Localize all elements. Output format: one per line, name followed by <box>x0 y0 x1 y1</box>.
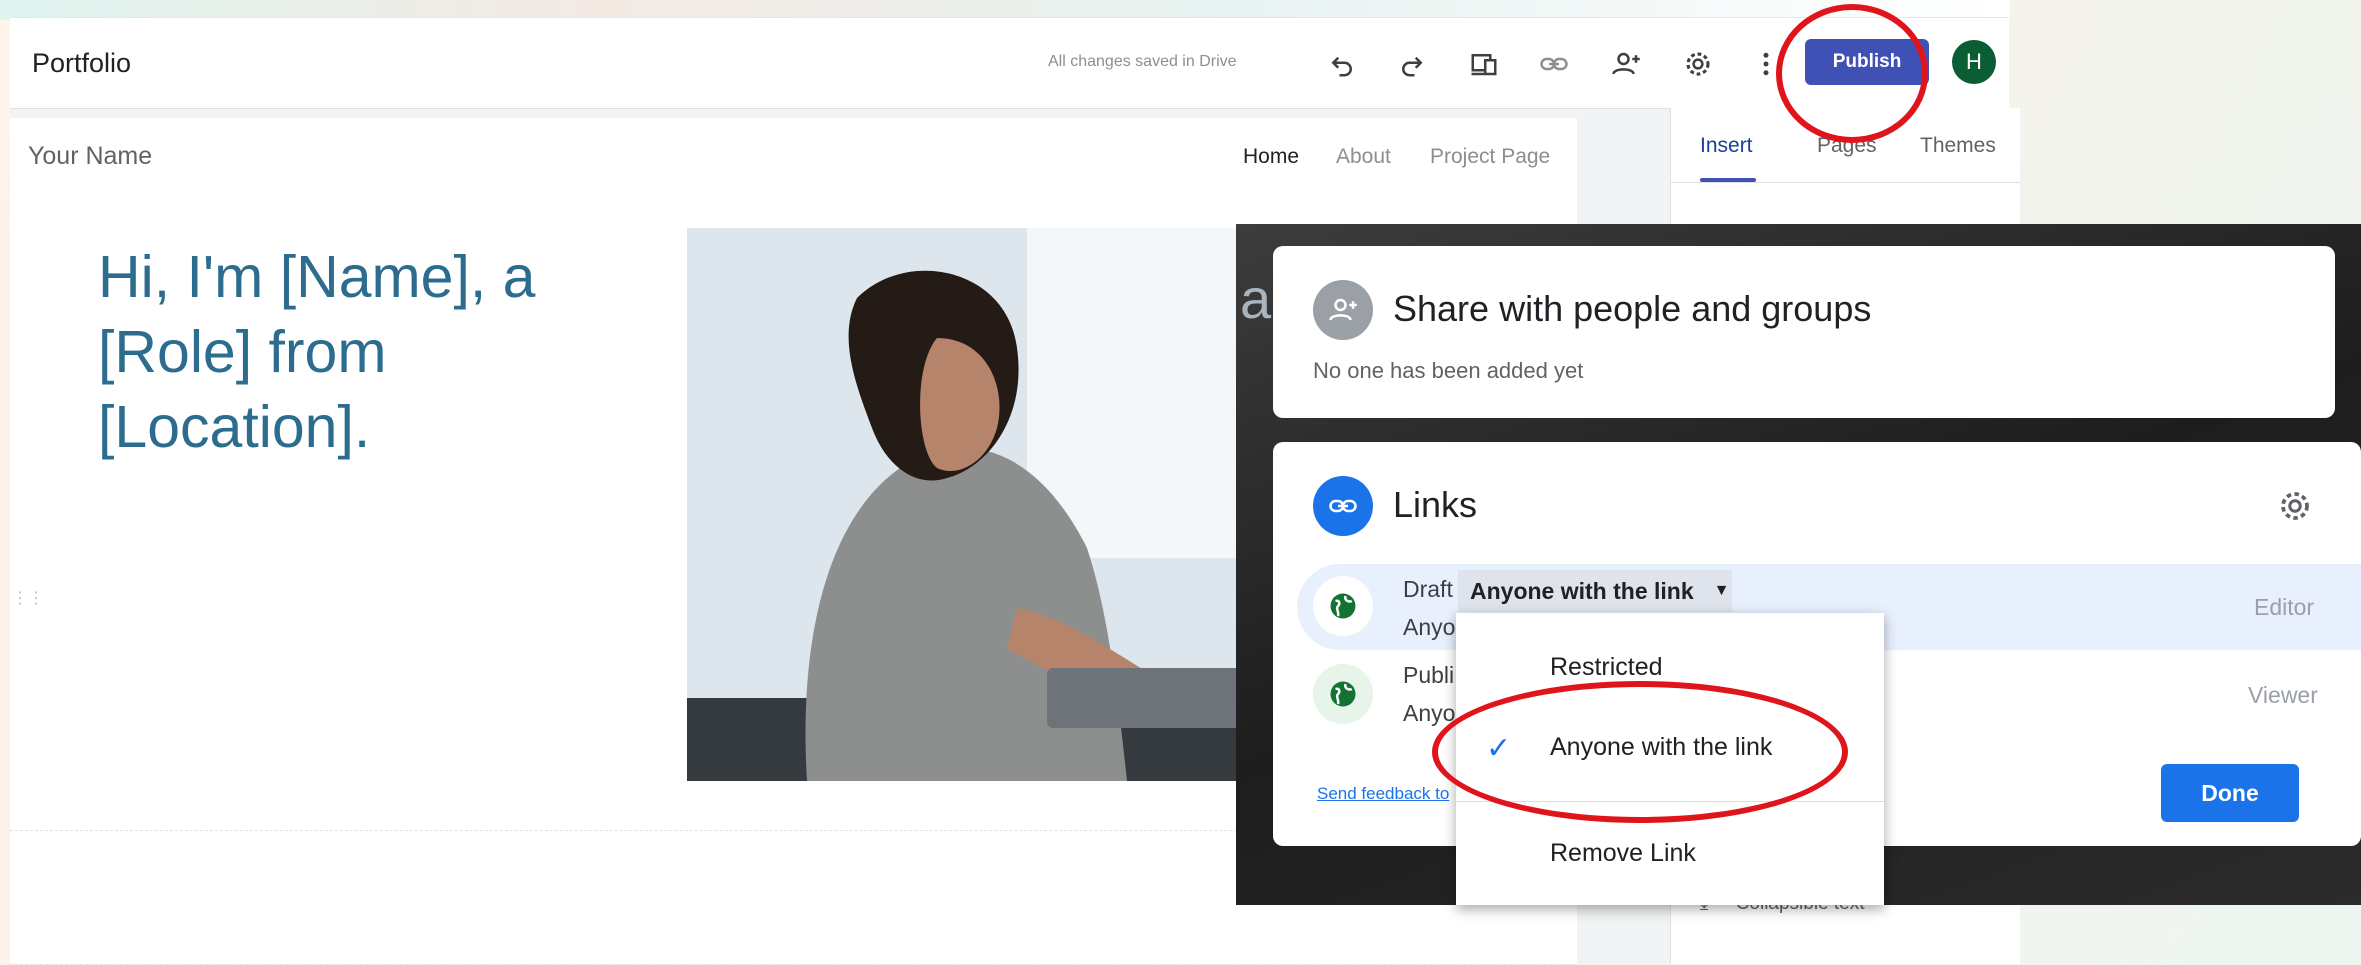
redo-icon[interactable] <box>1390 42 1434 86</box>
tab-themes[interactable]: Themes <box>1920 134 1996 158</box>
avatar[interactable]: H <box>1952 40 1996 84</box>
add-person-icon[interactable] <box>1604 42 1648 86</box>
preview-icon[interactable] <box>1462 42 1506 86</box>
link-icon[interactable] <box>1532 42 1576 86</box>
globe-icon <box>1313 664 1373 724</box>
draft-role: Editor <box>2254 594 2315 620</box>
draft-access-value: Anyone with the link <box>1470 577 1694 604</box>
links-title: Links <box>1393 484 1478 525</box>
drag-handle-icon[interactable]: ⋮⋮ <box>12 588 44 608</box>
site-title[interactable]: Portfolio <box>32 48 131 79</box>
nav-about[interactable]: About <box>1336 145 1391 169</box>
hero-text-peek: a <box>1240 267 1272 330</box>
settings-icon[interactable] <box>1676 42 1720 86</box>
caret-down-icon: ▼ <box>1713 582 1730 599</box>
link-settings-icon[interactable] <box>2273 484 2317 528</box>
add-person-icon <box>1313 280 1373 340</box>
tab-insert[interactable]: Insert <box>1700 134 1753 158</box>
top-toolbar: Portfolio All changes saved in Drive Pub… <box>10 17 2009 109</box>
nav-home[interactable]: Home <box>1243 145 1299 169</box>
menu-item-restricted[interactable]: Restricted <box>1456 653 1884 682</box>
globe-icon <box>1313 576 1373 636</box>
tab-divider <box>1671 182 2020 183</box>
share-subtitle: No one has been added yet <box>1313 358 1584 383</box>
save-status: All changes saved in Drive <box>1048 53 1237 70</box>
site-name-header[interactable]: Your Name <box>28 142 152 171</box>
annotation-circle-anyone-option <box>1432 681 1848 823</box>
draft-access-dropdown[interactable]: Anyone with the link ▼ <box>1458 570 1732 612</box>
draft-access-summary: Anyo <box>1403 614 1456 640</box>
nav-project-page[interactable]: Project Page <box>1430 145 1550 169</box>
menu-item-remove-link[interactable]: Remove Link <box>1456 839 1884 868</box>
hero-image[interactable] <box>687 228 1247 781</box>
send-feedback-link[interactable]: Send feedback to <box>1317 784 1449 804</box>
share-people-card: Share with people and groups No one has … <box>1273 246 2335 418</box>
annotation-circle-publish <box>1776 4 1928 143</box>
published-label: Publi <box>1403 662 1455 688</box>
draft-label: Draft <box>1403 576 1453 602</box>
done-button[interactable]: Done <box>2161 764 2299 822</box>
undo-icon[interactable] <box>1320 42 1364 86</box>
link-icon <box>1313 476 1373 536</box>
hero-heading[interactable]: Hi, I'm [Name], a [Role] from [Location]… <box>98 240 618 465</box>
share-title: Share with people and groups <box>1393 288 1872 329</box>
published-role: Viewer <box>2248 682 2318 708</box>
published-access-summary: Anyo <box>1403 700 1456 726</box>
